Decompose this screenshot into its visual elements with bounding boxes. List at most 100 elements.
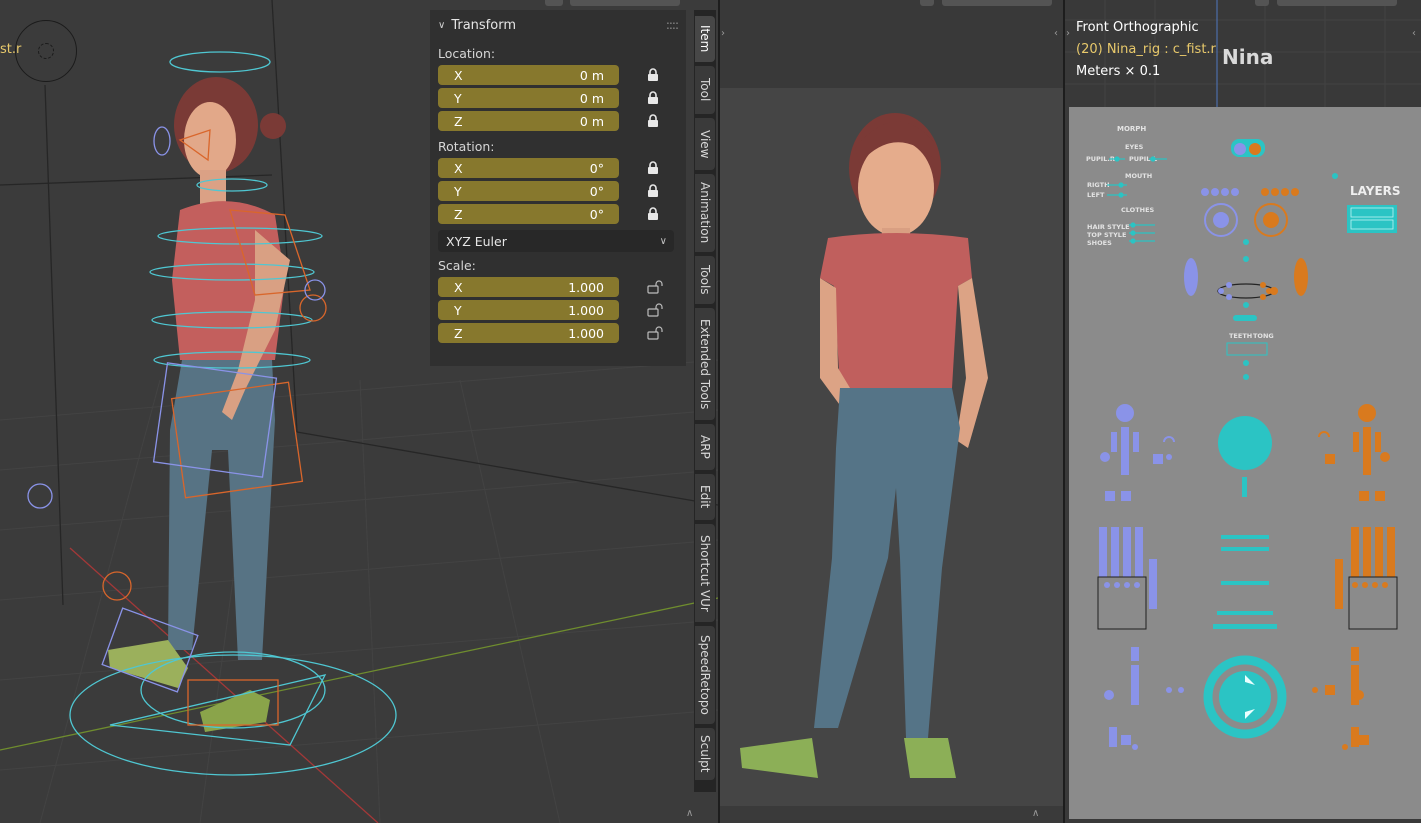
tab-label: SpeedRetopo <box>698 635 712 715</box>
rotation-x-field[interactable]: X 0° <box>438 158 619 178</box>
header-stub[interactable] <box>545 0 563 6</box>
chevron-up-icon[interactable]: ∧ <box>1032 808 1039 819</box>
transform-panel: ∨ Transform :::: Location: X0 m Y0 m Z0 … <box>430 10 686 366</box>
viewport-top-band <box>720 0 1063 88</box>
tab-label: Extended Tools <box>698 318 712 410</box>
tab-animation[interactable]: Animation <box>695 174 715 252</box>
header-stub[interactable] <box>920 0 934 6</box>
axis-label: Y <box>454 183 462 199</box>
axis-label: Y <box>454 90 462 106</box>
gizmo-center-icon <box>38 43 54 59</box>
tab-tool[interactable]: Tool <box>695 66 715 114</box>
character-front-render <box>740 113 988 778</box>
location-z-field[interactable]: Z 0 m <box>438 111 619 131</box>
rotation-mode-dropdown[interactable]: XYZ Euler ∨ <box>438 230 674 252</box>
scale-z-row: Z 1.000 <box>430 323 686 345</box>
scale-y-row: Y 1.000 <box>430 300 686 322</box>
lock-icon[interactable] <box>647 184 659 198</box>
rotation-x-row: X 0° <box>430 158 686 180</box>
rotation-y-row: Y 0° <box>430 181 686 203</box>
location-x-field[interactable]: X 0 m <box>438 65 619 85</box>
field-value: 0° <box>589 206 604 222</box>
tab-label: Animation <box>698 182 712 244</box>
drag-grip-icon[interactable]: :::: <box>666 18 679 32</box>
unlock-icon[interactable] <box>647 280 665 294</box>
view-name: Front Orthographic <box>1076 20 1199 35</box>
chevron-left-icon[interactable]: ‹ <box>1054 28 1058 39</box>
chevron-up-icon[interactable]: ∧ <box>686 808 693 819</box>
tab-label: Edit <box>698 485 712 509</box>
tab-label: Item <box>698 25 712 53</box>
axis-label: X <box>454 67 463 83</box>
tab-label: Tools <box>698 265 712 295</box>
scale-x-field[interactable]: X 1.000 <box>438 277 619 297</box>
field-value: 1.000 <box>568 325 604 341</box>
scale-x-row: X 1.000 <box>430 277 686 299</box>
tab-label: View <box>698 129 712 159</box>
chevron-down-icon: ∨ <box>438 19 446 31</box>
axis-label: Z <box>454 113 463 129</box>
viewport-3d-render[interactable]: › ‹ ∧ <box>720 0 1063 823</box>
field-value: 1.000 <box>568 279 604 295</box>
chevron-left-icon[interactable]: ‹ <box>1412 28 1416 39</box>
field-value: 0 m <box>579 90 604 106</box>
lock-icon[interactable] <box>647 91 659 105</box>
field-value: 0° <box>589 160 604 176</box>
tab-view[interactable]: View <box>695 118 715 170</box>
field-value: 1.000 <box>568 302 604 318</box>
axis-label: Z <box>454 325 463 341</box>
unlock-icon[interactable] <box>647 303 665 317</box>
rotation-z-field[interactable]: Z 0° <box>438 204 619 224</box>
tab-item[interactable]: Item <box>695 16 715 62</box>
location-label: Location: <box>438 46 496 61</box>
header-stub[interactable] <box>942 0 1052 6</box>
header-stub[interactable] <box>1255 0 1269 6</box>
tab-sculpt[interactable]: Sculpt <box>695 728 715 780</box>
lock-icon[interactable] <box>647 68 659 82</box>
unlock-icon[interactable] <box>647 326 665 340</box>
navigation-gizmo[interactable] <box>15 20 77 82</box>
tab-speedretopo[interactable]: SpeedRetopo <box>695 626 715 724</box>
tab-arp[interactable]: ARP <box>695 424 715 470</box>
field-value: 0 m <box>579 67 604 83</box>
chevron-right-icon[interactable]: › <box>1066 28 1070 39</box>
location-y-field[interactable]: Y 0 m <box>438 88 619 108</box>
tab-label: ARP <box>698 435 712 459</box>
tab-label: Sculpt <box>698 735 712 773</box>
rig-picker-board: MORPH EYES PUPIL.R PUPIL.L MOUTH RIGTH L… <box>1069 107 1421 819</box>
tab-shortcut-vur[interactable]: Shortcut VUr <box>695 524 715 622</box>
rotation-z-row: Z 0° <box>430 204 686 226</box>
axis-label: X <box>454 279 463 295</box>
viewport-3d-left[interactable]: st.r ∨ Transform :::: Location: X0 m Y0 … <box>0 0 718 823</box>
chevron-right-icon[interactable]: › <box>721 28 725 39</box>
character-name: Nina <box>1222 45 1274 69</box>
viewport-bottom-band <box>720 806 1063 823</box>
axis-label: X <box>454 160 463 176</box>
grid-units: Meters × 0.1 <box>1076 64 1161 79</box>
active-selection: (20) Nina_rig : c_fist.r <box>1076 42 1216 57</box>
location-y-row: Y 0 m <box>430 88 686 110</box>
header-stub[interactable] <box>570 0 680 6</box>
tab-label: Shortcut VUr <box>698 534 712 612</box>
chevron-down-icon: ∨ <box>659 235 667 247</box>
lock-icon[interactable] <box>647 207 659 221</box>
scale-z-field[interactable]: Z 1.000 <box>438 323 619 343</box>
tab-edit[interactable]: Edit <box>695 474 715 520</box>
field-value: 0 m <box>579 113 604 129</box>
render-area <box>720 88 1063 806</box>
axis-label: Y <box>454 302 462 318</box>
transform-header[interactable]: ∨ Transform :::: <box>430 10 686 40</box>
transform-title: Transform <box>451 17 516 33</box>
location-z-row: Z 0 m <box>430 111 686 133</box>
lock-icon[interactable] <box>647 114 659 128</box>
header-stub[interactable] <box>1277 0 1397 6</box>
viewport-picker[interactable]: › ‹ Front Orthographic (20) Nina_rig : c… <box>1065 0 1421 823</box>
field-value: 0° <box>589 183 604 199</box>
axis-label: Z <box>454 206 463 222</box>
tab-extended-tools[interactable]: Extended Tools <box>695 308 715 420</box>
rotation-y-field[interactable]: Y 0° <box>438 181 619 201</box>
picker-controls[interactable] <box>1069 107 1421 819</box>
lock-icon[interactable] <box>647 161 659 175</box>
tab-tools[interactable]: Tools <box>695 256 715 304</box>
scale-y-field[interactable]: Y 1.000 <box>438 300 619 320</box>
